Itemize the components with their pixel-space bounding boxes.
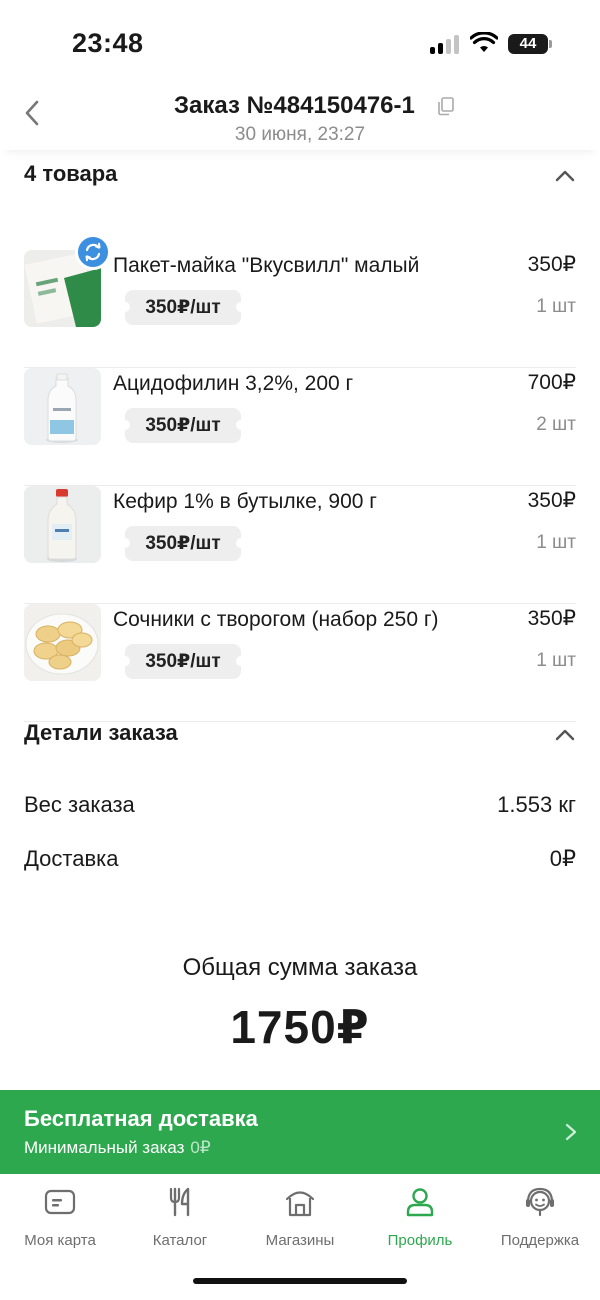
item-total: 350₽ (527, 253, 576, 276)
item-quantity: 2 шт (536, 414, 576, 435)
item-quantity: 1 шт (536, 532, 576, 553)
chevron-up-icon[interactable] (554, 724, 576, 746)
weight-value: 1.553 кг (497, 792, 576, 817)
tab-my-card[interactable]: Моя карта (0, 1186, 120, 1252)
signal-icon (430, 34, 462, 54)
promo-subtitle-label: Минимальный заказ (24, 1138, 185, 1157)
tab-support[interactable]: Поддержка (480, 1186, 600, 1252)
tab-stores[interactable]: Магазины (240, 1186, 360, 1252)
item-name: Ацидофилин 3,2%, 200 г (113, 372, 354, 395)
fork-knife-icon (169, 1187, 190, 1217)
battery-tip (549, 40, 552, 48)
item-name: Сочники с творогом (набор 250 г) (113, 608, 439, 631)
tab-label: Магазины (265, 1232, 335, 1249)
item-name: Пакет-майка "Вкусвилл" малый (113, 254, 420, 277)
status-bar: 23:48 44 (0, 0, 600, 88)
free-delivery-banner[interactable]: Бесплатная доставка Минимальный заказ 0₽ (0, 1090, 600, 1174)
promo-subtitle-value: 0₽ (190, 1138, 211, 1157)
tab-label: Моя карта (24, 1232, 96, 1249)
item-quantity: 1 шт (536, 650, 576, 671)
item-total: 350₽ (527, 607, 576, 630)
small-bottle-thumbnail (24, 368, 101, 445)
profile-icon (406, 1188, 434, 1217)
delivery-row: Доставка 0₽ (24, 846, 576, 876)
store-icon (285, 1191, 315, 1217)
tab-label: Профиль (387, 1232, 453, 1249)
total-label: Общая сумма заказа (182, 954, 418, 981)
total-amount: 1750₽ (230, 1001, 370, 1053)
unit-price-tag: 350₽/шт (120, 526, 246, 561)
item-name: Кефир 1% в бутылке, 900 г (113, 490, 377, 513)
items-section-header[interactable]: 4 товара (24, 161, 576, 191)
promo-title: Бесплатная доставка (24, 1106, 258, 1131)
items-count-title: 4 товара (24, 161, 118, 186)
order-header: Заказ №484150476-1 30 июня, 23:27 (0, 88, 600, 150)
weight-row: Вес заказа 1.553 кг (24, 792, 576, 822)
weight-label: Вес заказа (24, 792, 135, 817)
order-title: Заказ №484150476-1 (174, 92, 415, 119)
delivery-value: 0₽ (549, 846, 576, 871)
chevron-right-icon[interactable] (564, 1122, 578, 1142)
unit-price-tag: 350₽/шт (120, 290, 246, 325)
order-date: 30 июня, 23:27 (234, 124, 366, 145)
item-quantity: 1 шт (536, 296, 576, 317)
unit-price-tag: 350₽/шт (120, 644, 246, 679)
tab-catalog[interactable]: Каталог (120, 1186, 240, 1252)
tab-label: Поддержка (500, 1232, 580, 1249)
card-icon (44, 1189, 76, 1215)
pastry-plate-thumbnail (24, 604, 101, 681)
wifi-icon (470, 32, 498, 52)
home-indicator (193, 1278, 407, 1284)
tab-profile[interactable]: Профиль (360, 1186, 480, 1252)
order-item[interactable]: Кефир 1% в бутылке, 900 г 350₽/шт 350₽ 1… (24, 486, 576, 604)
kefir-bottle-thumbnail (24, 486, 101, 563)
item-total: 350₽ (527, 489, 576, 512)
status-time: 23:48 (72, 28, 144, 58)
order-item[interactable]: Пакет-майка "Вкусвилл" малый 350₽/шт 350… (24, 234, 576, 368)
copy-icon[interactable] (436, 96, 456, 116)
promo-subtitle: Минимальный заказ 0₽ (24, 1138, 211, 1158)
order-item[interactable]: Сочники с творогом (набор 250 г) 350₽/шт… (24, 604, 576, 722)
tab-label: Каталог (152, 1232, 208, 1249)
chevron-up-icon[interactable] (554, 165, 576, 187)
refresh-icon (75, 234, 111, 270)
battery-icon: 44 (508, 34, 548, 54)
details-section-header[interactable]: Детали заказа (24, 720, 576, 750)
unit-price-tag: 350₽/шт (120, 408, 246, 443)
order-item[interactable]: Ацидофилин 3,2%, 200 г 350₽/шт 700₽ 2 шт (24, 368, 576, 486)
details-title: Детали заказа (24, 720, 178, 745)
delivery-label: Доставка (24, 846, 119, 871)
support-icon (526, 1187, 554, 1217)
item-total: 700₽ (527, 371, 576, 394)
